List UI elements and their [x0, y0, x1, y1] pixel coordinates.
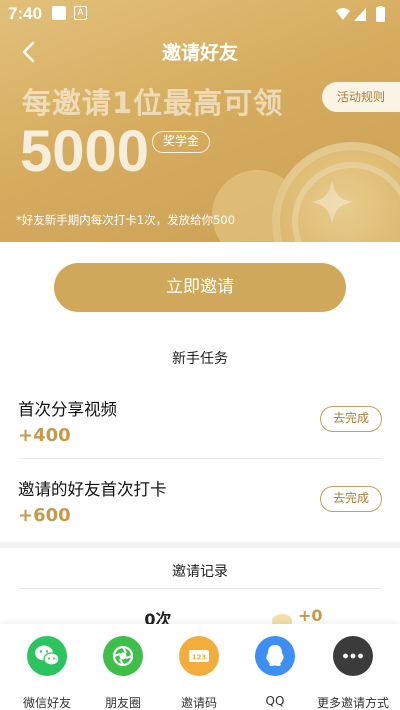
share-label: 邀请码 — [180, 696, 217, 710]
header-banner: 7:40 A 邀请好友 每邀请1位最高可领 活动规则 5000 奖学金 *好友新… — [0, 0, 400, 242]
share-label: 微信好友 — [22, 696, 71, 710]
more-icon — [333, 636, 373, 676]
coin-decoration — [272, 142, 400, 242]
share-bar: 微信好友 朋友圈 123 邀请码 QQ 更多邀请方式 — [0, 624, 400, 710]
task-reward: +600 — [18, 505, 71, 526]
battery-icon — [376, 7, 385, 22]
invite-panel: 立即邀请 新手任务 首次分享视频 +400 去完成 邀请的好友首次打卡 +600… — [0, 242, 400, 542]
earned-amount: +0 — [298, 606, 323, 625]
svg-text:123: 123 — [192, 654, 207, 662]
share-more-button[interactable]: 更多邀请方式 — [313, 636, 393, 710]
share-moments-button[interactable]: 朋友圈 — [83, 636, 163, 710]
reward-amount: 5000 — [20, 119, 150, 184]
status-time: 7:40 — [8, 4, 43, 23]
star-icon — [310, 180, 354, 224]
page-title: 邀请好友 — [161, 42, 238, 64]
promo-headline: 每邀请1位最高可领 — [22, 86, 284, 120]
share-qq-button[interactable]: QQ — [235, 636, 315, 708]
activity-rules-button[interactable]: 活动规则 — [322, 82, 400, 112]
share-label: 朋友圈 — [104, 696, 141, 710]
invite-code-icon: 123 — [179, 636, 219, 676]
tasks-title: 新手任务 — [172, 351, 228, 367]
task-row: 邀请的好友首次打卡 +600 去完成 — [18, 476, 382, 554]
task-name: 首次分享视频 — [18, 400, 117, 419]
notification-icon — [52, 6, 66, 20]
complete-task-button[interactable]: 去完成 — [320, 406, 382, 432]
records-title: 邀请记录 — [172, 564, 228, 580]
wechat-icon — [27, 636, 67, 676]
share-invite-code-button[interactable]: 123 邀请码 — [159, 636, 239, 710]
share-label: 更多邀请方式 — [316, 696, 389, 710]
reward-unit-badge: 奖学金 — [152, 131, 210, 153]
qq-icon — [255, 636, 295, 676]
task-row: 首次分享视频 +400 去完成 — [18, 396, 382, 474]
a-icon: A — [74, 6, 87, 20]
task-name: 邀请的好友首次打卡 — [18, 480, 167, 499]
divider — [18, 458, 382, 459]
invite-now-button[interactable]: 立即邀请 — [54, 263, 346, 312]
status-icons — [336, 6, 385, 22]
wifi-icon — [336, 8, 350, 20]
complete-task-button[interactable]: 去完成 — [320, 486, 382, 512]
share-wechat-button[interactable]: 微信好友 — [7, 636, 87, 710]
signal-icon — [354, 8, 366, 21]
reward-footnote: *好友新手期内每次打卡1次，发放给你500 — [16, 213, 236, 227]
divider — [18, 588, 382, 589]
share-label: QQ — [265, 694, 285, 708]
status-bar: 7:40 A — [0, 0, 400, 28]
task-reward: +400 — [18, 425, 71, 446]
invite-records: 邀请记录 0次 +0 — [0, 548, 400, 629]
moments-icon — [103, 636, 143, 676]
